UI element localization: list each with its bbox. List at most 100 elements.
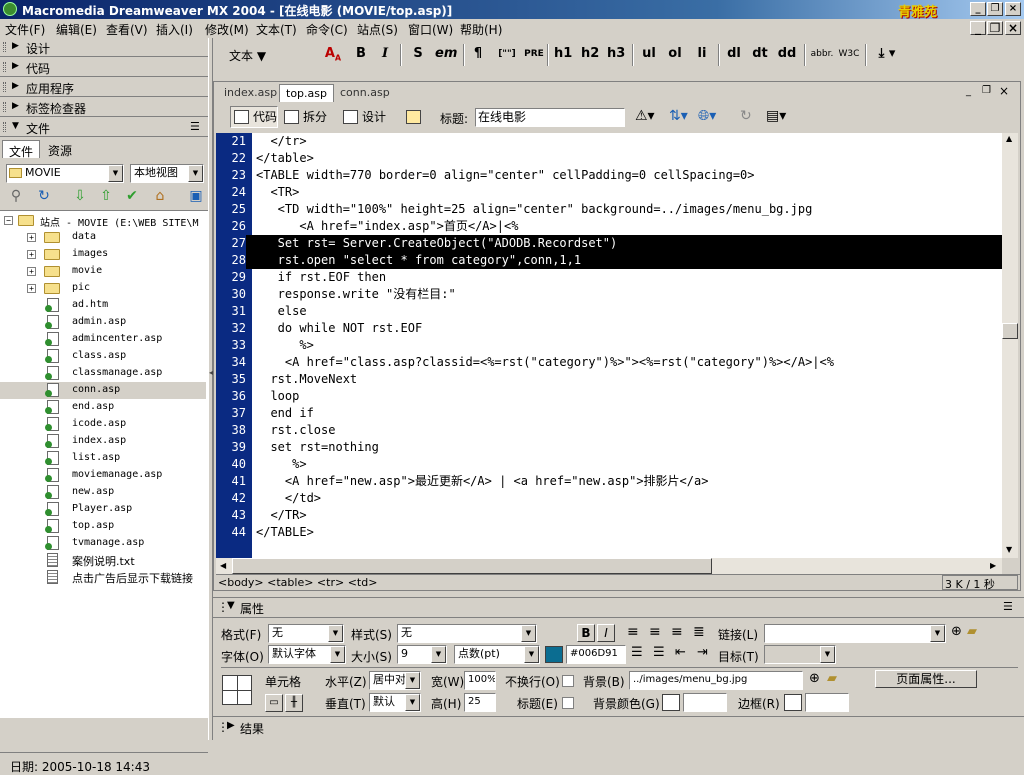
code-line[interactable]: 34 <A href="class.asp?classid=<%=rst("ca…: [216, 354, 1002, 371]
code-line[interactable]: 38 rst.close: [216, 422, 1002, 439]
unit-select[interactable]: 点数(pt) ▼: [454, 645, 540, 664]
abbr-button[interactable]: abbr.: [810, 44, 834, 66]
bg-input[interactable]: ../images/menu_bg.jpg: [629, 671, 803, 690]
paragraph-button[interactable]: ¶: [470, 44, 486, 66]
pre-button[interactable]: PRE: [522, 44, 546, 66]
code-line[interactable]: 33 %>: [216, 337, 1002, 354]
menu-site[interactable]: 站点(S): [357, 21, 398, 38]
outdent-icon[interactable]: ⇤: [675, 645, 686, 660]
expand-arrow-icon[interactable]: ▶: [227, 720, 235, 731]
tree-folder[interactable]: + data: [0, 229, 206, 246]
tree-file[interactable]: moviemanage.asp: [0, 467, 206, 484]
chevron-down-icon[interactable]: ▼: [405, 694, 420, 711]
width-input[interactable]: 100%: [464, 671, 496, 690]
font-select[interactable]: 默认字体 ▼: [268, 645, 346, 664]
indent-icon[interactable]: ⇥: [697, 645, 708, 660]
panel-files[interactable]: ▼ 文件 ☰: [0, 118, 208, 137]
doc-restore-icon[interactable]: ❐: [982, 85, 991, 96]
vertical-scrollbar[interactable]: ▲ ▼: [1002, 133, 1018, 558]
align-right-icon[interactable]: ≡: [671, 624, 683, 640]
live-data-button[interactable]: [402, 106, 421, 128]
height-input[interactable]: 25: [464, 693, 496, 712]
link-input[interactable]: ▼: [764, 624, 946, 643]
menu-modify[interactable]: 修改(M): [205, 21, 249, 38]
scroll-thumb[interactable]: [1002, 323, 1018, 339]
tree-folder[interactable]: + movie: [0, 263, 206, 280]
panel-design[interactable]: ▶ 设计: [0, 38, 208, 57]
text-color-swatch[interactable]: [545, 646, 563, 663]
check-in-icon[interactable]: ⌂: [150, 186, 170, 206]
grip-icon[interactable]: [3, 82, 6, 92]
tree-file[interactable]: admincenter.asp: [0, 331, 206, 348]
panel-application[interactable]: ▶ 应用程序: [0, 78, 208, 97]
align-left-icon[interactable]: ≡: [627, 624, 639, 640]
italic-button[interactable]: I: [597, 624, 615, 642]
doc-restore-icon[interactable]: ❐: [987, 21, 1003, 35]
site-select[interactable]: MOVIE ▼: [6, 164, 124, 183]
menu-file[interactable]: 文件(F): [5, 21, 45, 38]
code-line[interactable]: 42 </td>: [216, 490, 1002, 507]
tree-file[interactable]: admin.asp: [0, 314, 206, 331]
h1-button[interactable]: h1: [554, 44, 572, 66]
code-line[interactable]: 37 end if: [216, 405, 1002, 422]
check-out-icon[interactable]: ✔: [122, 186, 142, 206]
tree-file[interactable]: classmanage.asp: [0, 365, 206, 382]
text-color-input[interactable]: #006D91: [566, 645, 626, 664]
tree-folder[interactable]: + pic: [0, 280, 206, 297]
menu-edit[interactable]: 编辑(E): [56, 21, 97, 38]
ul-button[interactable]: ul: [640, 44, 658, 66]
size-select[interactable]: 9 ▼: [397, 645, 447, 664]
expand-arrow-icon[interactable]: ▶: [12, 61, 19, 71]
scroll-thumb[interactable]: [232, 558, 712, 574]
chevron-down-icon[interactable]: ▼: [328, 625, 343, 642]
code-line[interactable]: 44 </TABLE>: [216, 524, 1002, 541]
dd-button[interactable]: dd: [777, 44, 797, 66]
put-files-icon[interactable]: ⇧: [96, 186, 116, 206]
refresh-icon[interactable]: ↻: [34, 186, 54, 206]
scroll-right-icon[interactable]: ▶: [990, 561, 996, 570]
menu-view[interactable]: 查看(V): [106, 21, 148, 38]
tag-selector[interactable]: <body> <table> <tr> <td>: [218, 576, 377, 589]
point-to-file-icon[interactable]: ⊕: [951, 624, 962, 639]
chevron-down-icon[interactable]: ▼: [108, 165, 123, 182]
bold-button[interactable]: B: [352, 44, 370, 66]
li-button[interactable]: li: [695, 44, 709, 66]
expand-arrow-icon[interactable]: ▶: [12, 41, 19, 51]
grip-icon[interactable]: [3, 122, 6, 132]
code-line[interactable]: 41 <A href="new.asp">最近更新</A> | <a href=…: [216, 473, 1002, 490]
tree-file[interactable]: icode.asp: [0, 416, 206, 433]
tree-file[interactable]: class.asp: [0, 348, 206, 365]
dt-button[interactable]: dt: [751, 44, 769, 66]
collapse-icon[interactable]: −: [4, 216, 13, 225]
font-tag-icon[interactable]: AA: [323, 44, 343, 66]
grip-icon[interactable]: [3, 102, 6, 112]
tab-files[interactable]: 文件: [2, 140, 41, 159]
insert-category-select[interactable]: 文本 ▼: [229, 47, 266, 64]
h2-button[interactable]: h2: [581, 44, 599, 66]
code-line[interactable]: 29 if rst.EOF then: [216, 269, 1002, 286]
tree-file[interactable]: 案例说明.txt: [0, 552, 206, 569]
expand-arrow-icon[interactable]: ▶: [12, 81, 19, 91]
browse-folder-icon[interactable]: ▰: [967, 624, 977, 639]
code-line[interactable]: 36 loop: [216, 388, 1002, 405]
code-line[interactable]: 25 <TD width="100%" height=25 align="cen…: [216, 201, 1002, 218]
design-view-button[interactable]: 设计: [339, 106, 387, 128]
merge-cells-icon[interactable]: ▭: [265, 694, 283, 712]
grip-icon[interactable]: [3, 42, 6, 52]
menu-help[interactable]: 帮助(H): [460, 21, 502, 38]
browser-preview-icon[interactable]: 🌐︎▾: [698, 108, 716, 124]
dl-button[interactable]: dl: [725, 44, 743, 66]
vert-select[interactable]: 默认 ▼: [369, 693, 421, 712]
collapse-arrow-icon[interactable]: ▼: [12, 121, 19, 131]
horizontal-scrollbar[interactable]: ◀ ▶: [216, 558, 1002, 574]
code-line[interactable]: 27 Set rst= Server.CreateObject("ADODB.R…: [216, 235, 1002, 252]
panel-options-icon[interactable]: ☰: [190, 120, 200, 133]
browse-folder-icon[interactable]: ▰: [827, 671, 837, 686]
code-line[interactable]: 30 response.write "没有栏目:": [216, 286, 1002, 303]
split-cells-icon[interactable]: ╫: [285, 694, 303, 712]
code-line[interactable]: 43 </TR>: [216, 507, 1002, 524]
view-select[interactable]: 本地视图 ▼: [130, 164, 204, 183]
panel-code[interactable]: ▶ 代码: [0, 58, 208, 77]
em-button[interactable]: em: [435, 44, 457, 66]
download-icon[interactable]: ⤓ ▾: [872, 44, 902, 66]
